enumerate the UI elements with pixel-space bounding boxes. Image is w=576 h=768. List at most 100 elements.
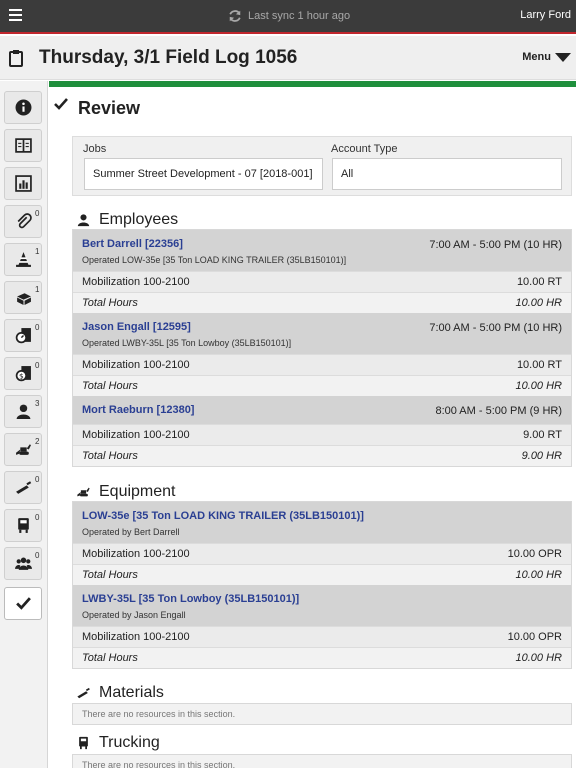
- person-icon: [77, 214, 90, 227]
- excavator-icon: [15, 444, 31, 455]
- employee-operated: Operated LOW-35e [35 Ton LOAD KING TRAIL…: [82, 255, 347, 265]
- badge-count: 1: [35, 285, 40, 294]
- trowel-icon: [15, 481, 31, 494]
- excavator-icon: [77, 487, 90, 497]
- equipment-name[interactable]: LOW-35e [35 Ton LOAD KING TRAILER (35LB1…: [82, 510, 562, 522]
- total-hours-value: 10.00 HR: [515, 297, 562, 309]
- equipment-operator: Operated by Jason Engall: [82, 610, 186, 620]
- menu-button[interactable]: Menu: [522, 51, 571, 63]
- main-content: Review Jobs Summer Street Development - …: [49, 87, 576, 768]
- truck-icon: [17, 518, 29, 533]
- equipment-operator: Operated by Bert Darrell: [82, 527, 180, 537]
- badge-count: 1: [35, 247, 40, 256]
- equipment-panel: LOW-35e [35 Ton LOAD KING TRAILER (35LB1…: [72, 501, 572, 669]
- trowel-icon: [77, 687, 90, 699]
- employee-header[interactable]: Mort Raeburn [12380] 8:00 AM - 5:00 PM (…: [73, 396, 571, 424]
- badge-count: 0: [35, 209, 40, 218]
- badge-count: 3: [35, 399, 40, 408]
- cost-code-row: Mobilization 100-2100 10.00 RT: [73, 271, 571, 292]
- sidebar-item-employees[interactable]: 3: [4, 395, 42, 428]
- jobs-label: Jobs: [83, 143, 107, 155]
- cost-code-value: 10.00 RT: [516, 359, 562, 371]
- cost-code-label: Mobilization 100-2100: [82, 548, 190, 560]
- money-icon: $: [15, 366, 31, 382]
- book-icon: [14, 138, 32, 153]
- sidebar-item-materials[interactable]: 1: [4, 281, 42, 314]
- materials-heading: Materials: [76, 684, 164, 702]
- cost-code-value: 10.00 OPR: [507, 631, 562, 643]
- materials-panel: There are no resources in this section.: [72, 703, 572, 725]
- badge-count: 0: [35, 551, 40, 560]
- equipment-header[interactable]: LOW-35e [35 Ton LOAD KING TRAILER (35LB1…: [73, 502, 571, 543]
- svg-text:$: $: [19, 371, 24, 380]
- account-type-select[interactable]: All: [332, 158, 562, 190]
- cone-icon: [15, 252, 31, 267]
- account-type-label: Account Type: [331, 143, 398, 155]
- sidebar-item-info[interactable]: [4, 91, 42, 124]
- sidebar-item-costs[interactable]: $ 0: [4, 357, 42, 390]
- caret-down-icon: [555, 52, 571, 62]
- employees-heading-label: Employees: [99, 211, 179, 228]
- sidebar-item-meters[interactable]: 0: [4, 319, 42, 352]
- sidebar-item-review[interactable]: [4, 587, 42, 620]
- sidebar-item-attachments[interactable]: 0: [4, 205, 42, 238]
- info-icon: [15, 99, 31, 116]
- total-hours-row: Total Hours 10.00 HR: [73, 647, 571, 668]
- section-title-review: Review: [78, 98, 141, 118]
- menu-label: Menu: [522, 51, 551, 63]
- employee-time: 8:00 AM - 5:00 PM (9 HR): [435, 405, 562, 417]
- user-name[interactable]: Larry Ford: [520, 9, 571, 21]
- sync-text: Last sync 1 hour ago: [248, 10, 351, 22]
- trucking-heading: Trucking: [76, 734, 160, 752]
- employee-header[interactable]: Bert Darrell [22356] Operated LOW-35e [3…: [73, 230, 571, 271]
- title-bar: Thursday, 3/1 Field Log 1056 Menu: [0, 36, 576, 80]
- employees-panel: Bert Darrell [22356] Operated LOW-35e [3…: [72, 229, 572, 467]
- sidebar-item-subcontractors[interactable]: 0: [4, 471, 42, 504]
- employee-header[interactable]: Jason Engall [12595] Operated LWBY-35L […: [73, 313, 571, 354]
- sidebar-item-equipment[interactable]: 2: [4, 433, 42, 466]
- trucking-heading-label: Trucking: [99, 734, 160, 751]
- trucking-panel: There are no resources in this section.: [72, 754, 572, 768]
- employee-operated: Operated LWBY-35L [35 Ton Lowboy (35LB15…: [82, 338, 292, 348]
- hamburger-menu-icon[interactable]: [9, 9, 22, 21]
- filter-panel: Jobs Summer Street Development - 07 [201…: [72, 136, 572, 196]
- total-hours-label: Total Hours: [82, 450, 138, 462]
- equipment-header[interactable]: LWBY-35L [35 Ton Lowboy (35LB150101)] Op…: [73, 585, 571, 626]
- sidebar-item-safety[interactable]: 1: [4, 243, 42, 276]
- badge-count: 0: [35, 323, 40, 332]
- sidebar-item-crews[interactable]: 0: [4, 547, 42, 580]
- cost-code-label: Mobilization 100-2100: [82, 359, 190, 371]
- material-box-icon: [16, 293, 31, 305]
- badge-count: 0: [35, 475, 40, 484]
- check-icon: [15, 597, 31, 610]
- badge-count: 0: [35, 513, 40, 522]
- badge-count: 2: [35, 437, 40, 446]
- total-hours-label: Total Hours: [82, 569, 138, 581]
- total-hours-row: Total Hours 10.00 HR: [73, 292, 571, 313]
- employee-time: 7:00 AM - 5:00 PM (10 HR): [429, 239, 562, 251]
- sync-status[interactable]: Last sync 1 hour ago: [228, 9, 350, 23]
- jobs-select[interactable]: Summer Street Development - 07 [2018-001…: [84, 158, 323, 190]
- sidebar-item-production[interactable]: [4, 167, 42, 200]
- chart-icon: [14, 175, 32, 192]
- total-hours-value: 10.00 HR: [515, 380, 562, 392]
- equipment-name[interactable]: LWBY-35L [35 Ton Lowboy (35LB150101)]: [82, 593, 562, 605]
- total-hours-row: Total Hours 9.00 HR: [73, 445, 571, 466]
- total-hours-label: Total Hours: [82, 380, 138, 392]
- sidebar-item-notes[interactable]: [4, 129, 42, 162]
- cost-code-label: Mobilization 100-2100: [82, 429, 190, 441]
- total-hours-row: Total Hours 10.00 HR: [73, 564, 571, 585]
- cost-code-row: Mobilization 100-2100 10.00 OPR: [73, 543, 571, 564]
- check-icon: [54, 98, 68, 110]
- empty-message: There are no resources in this section.: [73, 755, 571, 768]
- cost-code-value: 10.00 RT: [516, 276, 562, 288]
- total-hours-value: 10.00 HR: [515, 652, 562, 664]
- cost-code-row: Mobilization 100-2100 10.00 OPR: [73, 626, 571, 647]
- paperclip-icon: [17, 213, 32, 229]
- sidebar-item-trucking[interactable]: 0: [4, 509, 42, 542]
- equipment-heading: Equipment: [76, 483, 176, 501]
- page-title: Thursday, 3/1 Field Log 1056: [39, 47, 298, 68]
- cost-code-value: 10.00 OPR: [507, 548, 562, 560]
- total-hours-value: 10.00 HR: [515, 569, 562, 581]
- badge-count: 0: [35, 361, 40, 370]
